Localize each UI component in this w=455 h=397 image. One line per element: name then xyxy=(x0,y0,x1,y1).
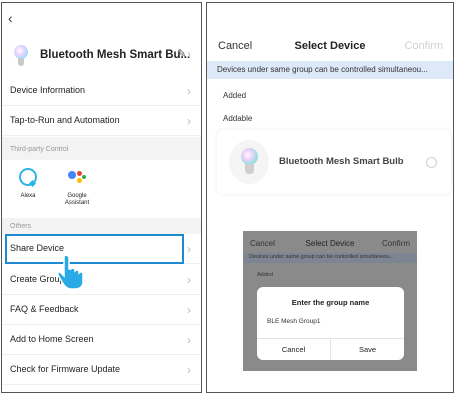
device-header[interactable]: Bluetooth Mesh Smart Bu... ✎ › xyxy=(2,35,201,79)
item-label: Device Information xyxy=(10,85,86,95)
inset-banner-text: Devices under same group can be controll… xyxy=(249,254,394,260)
tap-to-run-item[interactable]: Tap-to-Run and Automation › xyxy=(2,106,201,136)
chevron-right-icon: › xyxy=(187,363,191,377)
device-name: Bluetooth Mesh Smart Bu... xyxy=(40,49,191,61)
third-party-section-header: Third-party Control xyxy=(2,137,201,160)
bulb-icon xyxy=(229,140,269,184)
section-title: Third-party Control xyxy=(10,146,69,153)
added-section-title: Added xyxy=(223,91,247,100)
item-label: Check for Firmware Update xyxy=(10,364,121,374)
item-label: FAQ & Feedback xyxy=(10,304,79,314)
chevron-right-icon: › xyxy=(187,333,191,347)
inset-cancel-button[interactable]: Cancel xyxy=(250,239,275,248)
app-label: Alexa xyxy=(20,193,36,199)
third-party-apps: Alexa Google Assistant xyxy=(2,160,201,218)
alexa-icon xyxy=(19,168,37,186)
faq-feedback-item[interactable]: FAQ & Feedback › xyxy=(2,295,201,325)
item-label: Add to Home Screen xyxy=(10,334,94,344)
chevron-right-icon: › xyxy=(187,47,191,61)
firmware-update-item[interactable]: Check for Firmware Update › xyxy=(2,355,201,385)
chevron-right-icon: › xyxy=(187,242,191,256)
google-assistant-icon xyxy=(67,168,87,186)
header-bar: Select Device Cancel Confirm xyxy=(207,31,453,61)
device-name: Bluetooth Mesh Smart Bulb xyxy=(279,156,404,167)
dialog-cancel-button[interactable]: Cancel xyxy=(257,345,330,354)
inset-added-title: Added xyxy=(257,272,273,278)
section-title: Others xyxy=(10,223,32,230)
item-label: Tap-to-Run and Automation xyxy=(10,115,120,125)
inset-confirm-button[interactable]: Confirm xyxy=(382,239,410,248)
create-group-item[interactable]: Create Group › xyxy=(2,265,201,295)
chevron-right-icon: › xyxy=(187,273,191,287)
google-assistant-app[interactable]: Google Assistant xyxy=(55,168,99,207)
share-device-highlight xyxy=(5,234,184,264)
banner-text: Devices under same group can be controll… xyxy=(217,65,428,74)
chevron-right-icon: › xyxy=(187,303,191,317)
group-name-screenshot: Select Device Cancel Confirm Devices und… xyxy=(243,231,417,371)
add-to-home-screen-item[interactable]: Add to Home Screen › xyxy=(2,325,201,355)
confirm-button[interactable]: Confirm xyxy=(404,40,443,52)
chevron-right-icon: › xyxy=(187,114,191,128)
others-section-header: Others xyxy=(2,218,201,234)
cancel-button[interactable]: Cancel xyxy=(218,40,252,52)
group-name-dialog: Enter the group name BLE Mesh Group1 Can… xyxy=(257,287,404,360)
group-name-input[interactable]: BLE Mesh Group1 xyxy=(267,318,320,325)
device-information-item[interactable]: Device Information › xyxy=(2,76,201,106)
app-label: Google Assistant xyxy=(64,193,90,206)
select-device-screen: Select Device Cancel Confirm Devices und… xyxy=(206,2,454,393)
select-radio[interactable] xyxy=(426,157,437,168)
info-banner: Devices under same group can be controll… xyxy=(207,61,453,79)
alexa-app[interactable]: Alexa xyxy=(6,168,50,200)
inset-banner: Devices under same group can be controll… xyxy=(243,253,417,263)
device-settings-screen: ‹ Bluetooth Mesh Smart Bu... ✎ › Device … xyxy=(1,2,202,393)
bulb-icon xyxy=(14,45,28,67)
addable-section-title: Addable xyxy=(223,114,253,123)
dialog-save-button[interactable]: Save xyxy=(331,345,404,354)
pointing-hand-icon xyxy=(57,254,84,290)
device-card[interactable]: Bluetooth Mesh Smart Bulb xyxy=(217,130,451,194)
edit-icon[interactable]: ✎ xyxy=(177,47,186,60)
dialog-title: Enter the group name xyxy=(291,298,370,307)
chevron-right-icon: › xyxy=(187,84,191,98)
back-icon[interactable]: ‹ xyxy=(8,11,13,25)
